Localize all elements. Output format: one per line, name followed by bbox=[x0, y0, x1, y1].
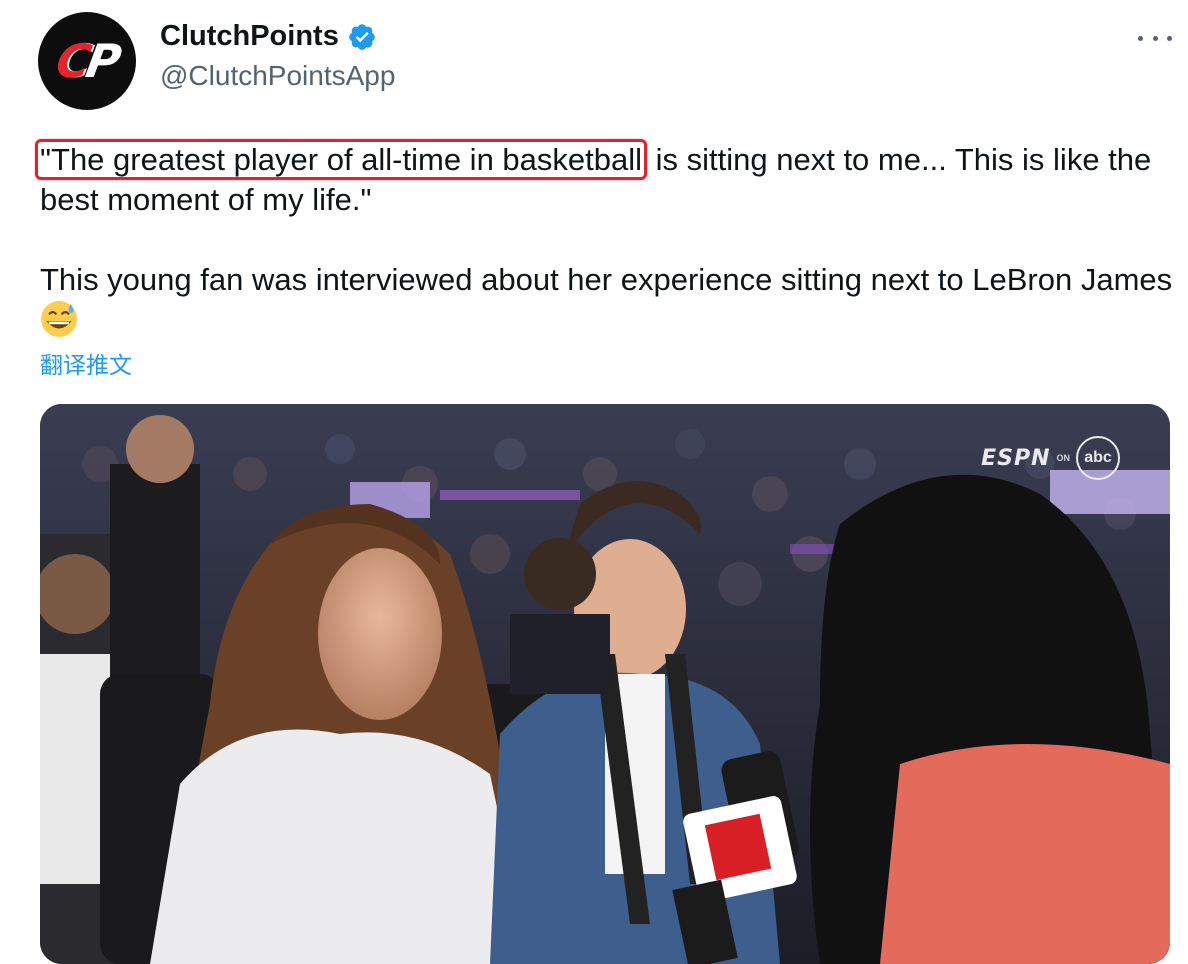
avatar[interactable]: CP bbox=[38, 12, 136, 110]
tweet-description-paragraph: This young fan was interviewed about her… bbox=[40, 260, 1180, 341]
on-label: ON bbox=[1056, 453, 1071, 463]
tweet-text: "The greatest player of all-time in bask… bbox=[35, 139, 1180, 341]
grinning-face-with-sweat-icon bbox=[41, 301, 77, 337]
espn-logo: ESPN bbox=[981, 445, 1051, 471]
tweet-media-video[interactable]: ESPN ON abc bbox=[40, 404, 1170, 964]
broadcast-logo: ESPN ON abc bbox=[981, 436, 1120, 480]
video-still-icon bbox=[40, 404, 1170, 964]
display-name[interactable]: ClutchPoints bbox=[160, 20, 377, 53]
abc-logo: abc bbox=[1076, 436, 1120, 480]
clutchpoints-logo-icon: CP bbox=[52, 34, 122, 88]
description-text: This young fan was interviewed about her… bbox=[40, 262, 1173, 297]
more-options-icon[interactable] bbox=[1138, 28, 1172, 48]
user-handle[interactable]: @ClutchPointsApp bbox=[160, 60, 395, 92]
tweet-card: CP ClutchPoints @ClutchPointsApp "The gr… bbox=[0, 0, 1188, 964]
verified-badge-icon bbox=[349, 23, 375, 50]
highlighted-quote: "The greatest player of all-time in bask… bbox=[35, 139, 648, 180]
tweet-quote-paragraph: "The greatest player of all-time in bask… bbox=[35, 139, 1180, 220]
translate-tweet-link[interactable]: 翻译推文 bbox=[40, 346, 132, 380]
display-name-label: ClutchPoints bbox=[160, 20, 339, 52]
